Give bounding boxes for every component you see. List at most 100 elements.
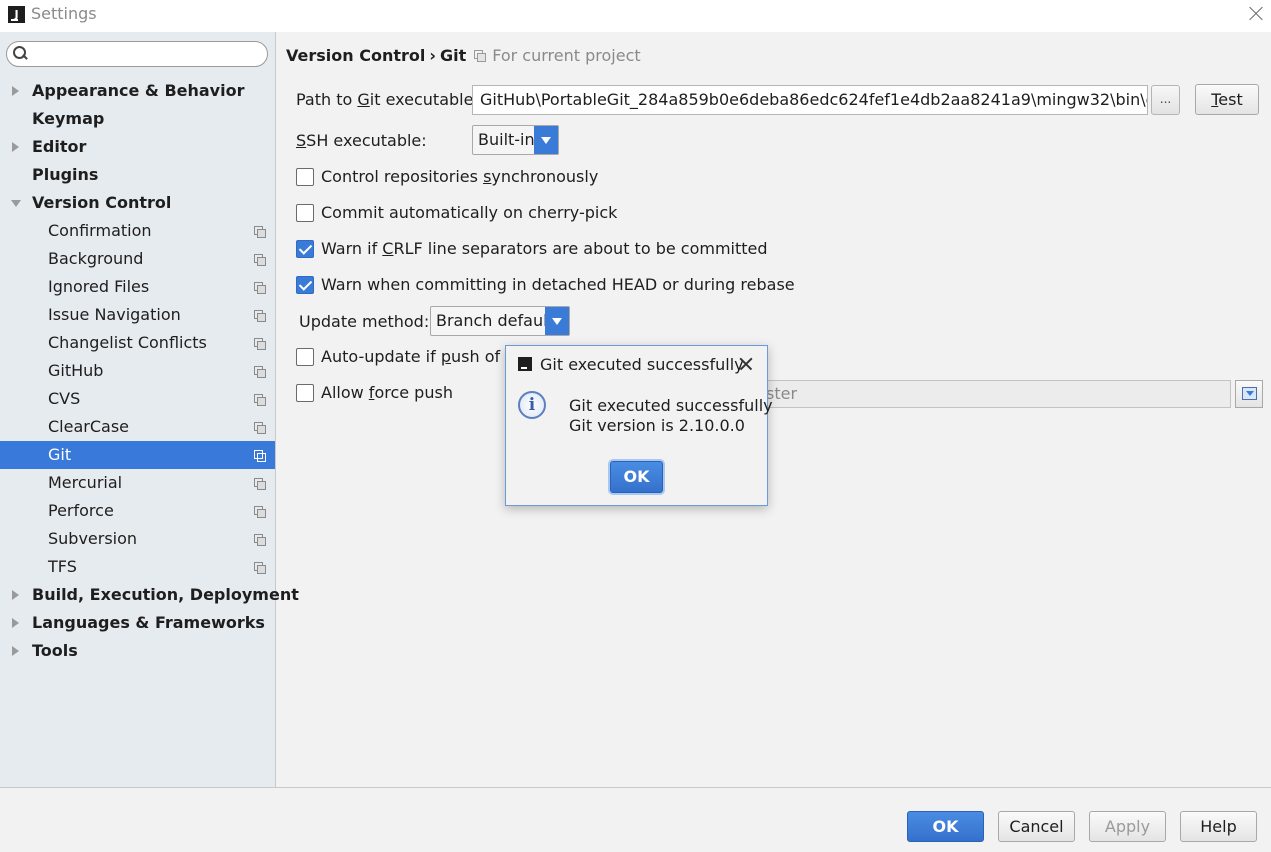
sidebar-item-editor[interactable]: Editor	[0, 133, 275, 161]
control-repos-sync-label: Control repositories synchronously	[321, 167, 599, 186]
auto-update-checkbox[interactable]	[296, 348, 314, 366]
project-scope-icon	[254, 422, 266, 434]
sidebar-item-label: Plugins	[32, 165, 99, 184]
ssh-executable-select[interactable]: Built-in	[472, 125, 559, 155]
sidebar-item-label: CVS	[48, 389, 81, 408]
expand-arrow-icon[interactable]	[12, 590, 19, 600]
cancel-button[interactable]: Cancel	[998, 811, 1075, 842]
control-repos-sync-checkbox[interactable]	[296, 168, 314, 186]
collapse-arrow-icon[interactable]	[11, 200, 21, 207]
expand-arrow-icon[interactable]	[12, 618, 19, 628]
warn-crlf-label: Warn if CRLF line separators are about t…	[321, 239, 768, 258]
settings-sidebar: Appearance & Behavior Keymap Editor Plugins…	[0, 32, 299, 787]
project-scope-icon	[254, 506, 266, 518]
sidebar-item-label: Changelist Conflicts	[48, 333, 207, 352]
info-icon: i	[518, 391, 546, 419]
project-scope-icon	[254, 282, 266, 294]
auto-update-label: Auto-update if push of th	[321, 347, 522, 366]
sidebar-item-label: Languages & Frameworks	[32, 613, 265, 632]
protected-branches-input[interactable]: ster	[755, 380, 1231, 408]
sidebar-item-label: TFS	[48, 557, 77, 576]
sidebar-item-clearcase[interactable]: ClearCase	[0, 413, 275, 441]
settings-search-input[interactable]	[6, 41, 268, 67]
window-title: Settings	[31, 4, 97, 23]
dialog-close-icon[interactable]	[738, 356, 754, 372]
sidebar-item-label: Keymap	[32, 109, 105, 128]
test-button[interactable]: Test	[1195, 84, 1259, 115]
sidebar-item-appearance-behavior[interactable]: Appearance & Behavior	[0, 77, 275, 105]
sidebar-item-label: GitHub	[48, 361, 104, 380]
sidebar-item-label: Confirmation	[48, 221, 152, 240]
breadcrumb-parent: Version Control	[286, 46, 426, 65]
sidebar-item-label: Editor	[32, 137, 87, 156]
dropdown-arrow-icon	[534, 126, 558, 154]
git-success-dialog: Git executed successfully i Git executed…	[505, 345, 773, 506]
folder-icon	[1242, 387, 1257, 400]
git-path-input[interactable]: GitHub\PortableGit_284a859b0e6deba86edc6…	[472, 85, 1148, 115]
sidebar-item-changelist-conflicts[interactable]: Changelist Conflicts	[0, 329, 275, 357]
sidebar-item-label: Mercurial	[48, 473, 123, 492]
sidebar-item-label: Issue Navigation	[48, 305, 181, 324]
window-close-icon[interactable]	[1241, 0, 1271, 30]
expand-arrow-icon[interactable]	[12, 142, 19, 152]
sidebar-item-confirmation[interactable]: Confirmation	[0, 217, 275, 245]
allow-force-push-label: Allow force push	[321, 383, 453, 402]
sidebar-item-label: ClearCase	[48, 417, 129, 436]
sidebar-item-tfs[interactable]: TFS	[0, 553, 275, 581]
sidebar-item-cvs[interactable]: CVS	[0, 385, 275, 413]
sidebar-item-ignored-files[interactable]: Ignored Files	[0, 273, 275, 301]
update-method-label: Update method:	[299, 312, 430, 331]
project-scope-icon	[254, 366, 266, 378]
sidebar-item-version-control[interactable]: Version Control	[0, 189, 275, 217]
commit-cherry-pick-label: Commit automatically on cherry-pick	[321, 203, 618, 222]
breadcrumb-current: Git	[439, 46, 467, 65]
sidebar-item-languages-frameworks[interactable]: Languages & Frameworks	[0, 609, 275, 637]
sidebar-item-label: Build, Execution, Deployment	[32, 585, 299, 604]
breadcrumb-separator: ›	[429, 46, 436, 65]
update-method-select[interactable]: Branch default	[430, 306, 570, 336]
sidebar-item-perforce[interactable]: Perforce	[0, 497, 275, 525]
title-bar: J Settings	[0, 0, 1271, 32]
git-path-label: Path to Git executable:	[296, 90, 479, 109]
browse-button[interactable]: ...	[1151, 85, 1180, 115]
project-scope-icon	[254, 254, 266, 266]
project-scope-icon	[254, 534, 266, 546]
sidebar-item-keymap[interactable]: Keymap	[0, 105, 275, 133]
warn-detached-head-checkbox[interactable]	[296, 276, 314, 294]
sidebar-item-github[interactable]: GitHub	[0, 357, 275, 385]
sidebar-item-issue-navigation[interactable]: Issue Navigation	[0, 301, 275, 329]
sidebar-item-label: Perforce	[48, 501, 114, 520]
sidebar-item-mercurial[interactable]: Mercurial	[0, 469, 275, 497]
dialog-message-line1: Git executed successfully	[569, 396, 773, 415]
expand-arrow-icon[interactable]	[12, 646, 19, 656]
sidebar-item-subversion[interactable]: Subversion	[0, 525, 275, 553]
project-scope-icon	[254, 338, 266, 350]
sidebar-item-label: Tools	[32, 641, 78, 660]
commit-cherry-pick-checkbox[interactable]	[296, 204, 314, 222]
sidebar-item-background[interactable]: Background	[0, 245, 275, 273]
intellij-app-icon	[518, 357, 532, 371]
allow-force-push-checkbox[interactable]	[296, 384, 314, 402]
help-button[interactable]: Help	[1180, 811, 1257, 842]
warn-crlf-checkbox[interactable]	[296, 240, 314, 258]
sidebar-item-tools[interactable]: Tools	[0, 637, 275, 665]
dialog-ok-button[interactable]: OK	[610, 461, 663, 493]
warn-detached-head-label: Warn when committing in detached HEAD or…	[321, 275, 795, 294]
project-scope-icon	[254, 394, 266, 406]
protected-branches-browse-button[interactable]	[1235, 380, 1263, 408]
project-scope-icon	[254, 450, 266, 462]
sidebar-item-label: Background	[48, 249, 144, 268]
dropdown-arrow-icon	[545, 307, 569, 335]
apply-button[interactable]: Apply	[1089, 811, 1166, 842]
ok-button[interactable]: OK	[907, 811, 984, 842]
project-scope-icon	[254, 562, 266, 574]
sidebar-item-build-execution-deployment[interactable]: Build, Execution, Deployment	[0, 581, 299, 609]
sidebar-item-label: Subversion	[48, 529, 138, 548]
expand-arrow-icon[interactable]	[12, 86, 19, 96]
sidebar-item-git[interactable]: Git	[0, 441, 275, 469]
project-scope-icon	[254, 226, 266, 238]
project-scope-icon	[474, 50, 487, 62]
dialog-message-line2: Git version is 2.10.0.0	[569, 416, 745, 435]
intellij-app-icon: J	[8, 6, 25, 23]
sidebar-item-plugins[interactable]: Plugins	[0, 161, 275, 189]
